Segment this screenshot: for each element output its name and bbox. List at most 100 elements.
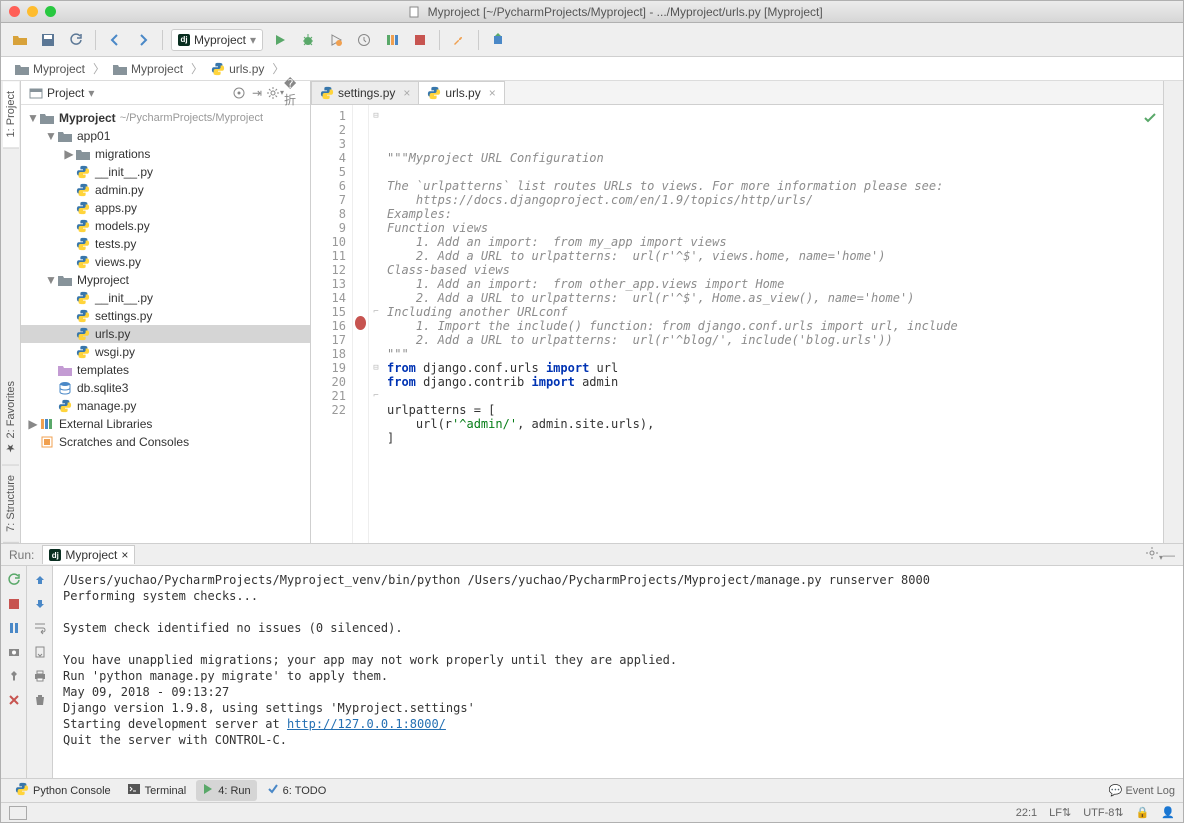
tree-row[interactable]: ▶External Libraries	[21, 415, 310, 433]
vcs-button[interactable]	[487, 29, 509, 51]
run-output[interactable]: /Users/yuchao/PycharmProjects/Myproject_…	[53, 566, 1183, 778]
breakpoint-icon[interactable]	[355, 316, 366, 330]
concurrency-button[interactable]	[381, 29, 403, 51]
collapse-button[interactable]: ⇥	[248, 84, 266, 102]
disclosure-triangle-icon[interactable]: ▶	[63, 147, 75, 161]
tool-tab-project[interactable]: 1: Project	[3, 81, 19, 148]
stop-run-button[interactable]	[4, 594, 24, 614]
run-tab[interactable]: dj Myproject ×	[42, 545, 135, 564]
status-tab[interactable]: Python Console	[9, 780, 117, 801]
clear-button[interactable]	[30, 690, 50, 710]
back-button[interactable]	[104, 29, 126, 51]
encoding[interactable]: UTF-8⇅	[1083, 806, 1123, 819]
disclosure-triangle-icon[interactable]: ▼	[27, 111, 39, 125]
breadcrumb-item[interactable]: Myproject	[107, 60, 189, 78]
hector-icon[interactable]: 👤	[1161, 806, 1175, 819]
run-button[interactable]	[269, 29, 291, 51]
close-icon[interactable]: ×	[121, 548, 128, 562]
rerun-button[interactable]	[4, 570, 24, 590]
tree-row[interactable]: db.sqlite3	[21, 379, 310, 397]
status-tab[interactable]: 6: TODO	[261, 780, 333, 801]
sync-button[interactable]	[65, 29, 87, 51]
open-button[interactable]	[9, 29, 31, 51]
locate-button[interactable]	[230, 84, 248, 102]
fold-gutter[interactable]: ⊟⌐⊟⌐	[369, 109, 383, 417]
scroll-end-button[interactable]	[30, 642, 50, 662]
event-log-button[interactable]: 💬 Event Log	[1109, 784, 1175, 797]
folder-icon	[39, 110, 55, 126]
tree-row[interactable]: wsgi.py	[21, 343, 310, 361]
toggle-wrap-button[interactable]	[30, 618, 50, 638]
tree-row[interactable]: Scratches and Consoles	[21, 433, 310, 451]
hide-button[interactable]: �折	[284, 84, 302, 102]
tree-item-label: templates	[77, 363, 129, 377]
disclosure-triangle-icon[interactable]: ▼	[45, 129, 57, 143]
tree-row[interactable]: templates	[21, 361, 310, 379]
down-button[interactable]	[30, 594, 50, 614]
tool-tab-favorites[interactable]: ★ 2: Favorites	[2, 371, 19, 466]
django-icon: dj	[178, 34, 190, 46]
py-icon	[57, 398, 73, 414]
profile-button[interactable]	[353, 29, 375, 51]
minimize-icon[interactable]	[27, 6, 38, 17]
project-sidebar: Project ▾ ⇥ ▾ �折 ▼Myproject~/PycharmProj…	[21, 81, 311, 543]
cursor-position[interactable]: 22:1	[1016, 807, 1037, 819]
pause-button[interactable]	[4, 618, 24, 638]
settings-button[interactable]: ▾	[266, 84, 284, 102]
disclosure-triangle-icon[interactable]: ▶	[27, 417, 39, 431]
tree-row[interactable]: settings.py	[21, 307, 310, 325]
editor-tab[interactable]: urls.py×	[418, 81, 504, 104]
run-hide-button[interactable]: —	[1163, 548, 1175, 562]
disclosure-triangle-icon[interactable]: ▼	[45, 273, 57, 287]
tree-row[interactable]: tests.py	[21, 235, 310, 253]
breakpoint-gutter[interactable]	[353, 105, 369, 543]
run-config-select[interactable]: dj Myproject ▾	[171, 29, 263, 51]
tree-row[interactable]: ▼Myproject~/PycharmProjects/Myproject	[21, 109, 310, 127]
debug-button[interactable]	[297, 29, 319, 51]
tree-row[interactable]: ▼Myproject	[21, 271, 310, 289]
line-separator[interactable]: LF⇅	[1049, 806, 1071, 819]
folder-icon	[57, 272, 73, 288]
close-run-button[interactable]	[4, 690, 24, 710]
lock-icon[interactable]: 🔒	[1136, 806, 1150, 819]
save-button[interactable]	[37, 29, 59, 51]
dump-threads-button[interactable]	[4, 642, 24, 662]
tree-row[interactable]: __init__.py	[21, 163, 310, 181]
tree-row[interactable]: apps.py	[21, 199, 310, 217]
stop-button[interactable]	[409, 29, 431, 51]
tool-tab-structure[interactable]: 7: Structure	[3, 465, 19, 543]
status-tab[interactable]: Terminal	[121, 780, 193, 801]
tree-item-label: models.py	[95, 219, 150, 233]
breadcrumb-item[interactable]: urls.py	[205, 60, 270, 78]
tab-close-icon[interactable]: ×	[403, 86, 410, 100]
print-button[interactable]	[30, 666, 50, 686]
editor-tab[interactable]: settings.py×	[311, 81, 419, 104]
main-toolbar: dj Myproject ▾	[1, 23, 1183, 57]
status-tab[interactable]: 4: Run	[196, 780, 256, 801]
maximize-icon[interactable]	[45, 6, 56, 17]
tree-row[interactable]: __init__.py	[21, 289, 310, 307]
up-button[interactable]	[30, 570, 50, 590]
refresh-icon	[69, 33, 83, 47]
coverage-button[interactable]	[325, 29, 347, 51]
tree-row[interactable]: models.py	[21, 217, 310, 235]
pin-button[interactable]	[4, 666, 24, 686]
code-content[interactable]: ⊟⌐⊟⌐ """Myproject URL ConfigurationThe `…	[369, 105, 1163, 543]
breadcrumb-item[interactable]: Myproject	[9, 60, 91, 78]
forward-button[interactable]	[132, 29, 154, 51]
project-tree[interactable]: ▼Myproject~/PycharmProjects/Myproject▼ap…	[21, 105, 310, 543]
run-settings-button[interactable]: ▾	[1145, 546, 1163, 563]
manage-py-button[interactable]	[448, 29, 470, 51]
editor[interactable]: 12345678910111213141516171819202122 ⊟⌐⊟⌐…	[311, 105, 1163, 543]
tree-row[interactable]: ▼app01	[21, 127, 310, 145]
project-view-select[interactable]: Project ▾	[29, 86, 94, 100]
tree-row[interactable]: manage.py	[21, 397, 310, 415]
tree-row[interactable]: urls.py	[21, 325, 310, 343]
tab-close-icon[interactable]: ×	[489, 86, 496, 100]
close-icon[interactable]	[9, 6, 20, 17]
tree-row[interactable]: views.py	[21, 253, 310, 271]
show-tool-windows-button[interactable]	[9, 806, 27, 820]
tree-row[interactable]: admin.py	[21, 181, 310, 199]
tree-row[interactable]: ▶migrations	[21, 145, 310, 163]
server-url-link[interactable]: http://127.0.0.1:8000/	[287, 717, 446, 731]
